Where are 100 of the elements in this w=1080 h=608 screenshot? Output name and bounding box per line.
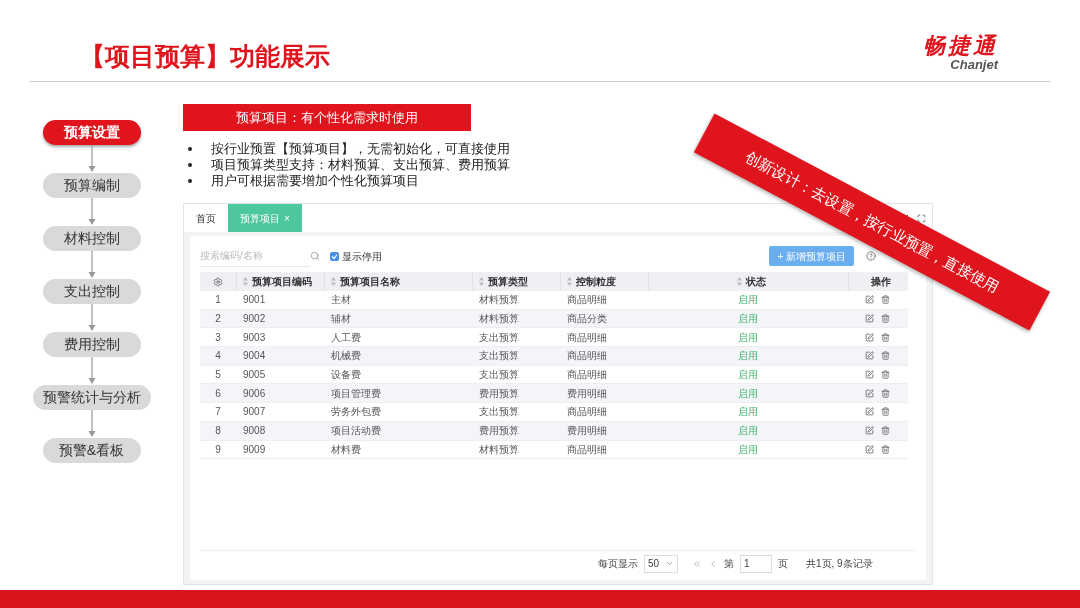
- table-cell-text: 商品明细: [566, 330, 608, 345]
- table-cell-text: 9005: [242, 368, 267, 383]
- page-field[interactable]: 1: [740, 554, 772, 573]
- table-cell-text: 费用明细: [566, 386, 608, 401]
- table-cell-text: 支出预算: [478, 405, 520, 420]
- table-cell-text: 设备费: [330, 368, 362, 383]
- column-header: 控制粒度: [576, 275, 616, 289]
- table-cell-text: 人工费: [330, 330, 362, 345]
- status-cell-text: 启用: [737, 442, 759, 457]
- table-cell-text: 机械费: [330, 349, 362, 364]
- table-cell-text: 商品明细: [566, 442, 608, 457]
- table-cell-text: 9007: [242, 405, 267, 420]
- status-cell-text: 启用: [737, 368, 759, 383]
- bullet-icon: [188, 179, 192, 183]
- logo-name: 畅捷通: [923, 34, 998, 58]
- sort-icon[interactable]: [737, 277, 742, 286]
- slide-title: 【项目预算】功能展示: [80, 41, 330, 72]
- table-cell-text: 材料预算: [478, 293, 520, 308]
- sort-icon[interactable]: [331, 277, 336, 286]
- help-icon[interactable]: [866, 251, 876, 261]
- delete-icon[interactable]: [880, 295, 890, 305]
- table-cell-text: 9001: [242, 293, 267, 308]
- search-field[interactable]: 搜索编码/名称: [200, 245, 310, 267]
- status-cell-text: 启用: [737, 405, 759, 420]
- app-tab[interactable]: 首页: [184, 204, 228, 232]
- checkbox-label: 显示停用: [342, 249, 382, 264]
- arrow-icon: [87, 145, 96, 173]
- status-cell-text: 启用: [737, 330, 759, 345]
- arrow-icon: [87, 198, 96, 226]
- table-cell-text: 支出预算: [478, 330, 520, 345]
- bullet-icon: [188, 147, 192, 151]
- table-cell-text: 劳务外包费: [330, 405, 382, 420]
- edit-icon[interactable]: [864, 388, 874, 398]
- column-header: 状态: [746, 275, 766, 289]
- edit-icon[interactable]: [864, 295, 874, 305]
- table-cell-text: 9004: [242, 349, 267, 364]
- table-cell-text: 辅材: [330, 312, 352, 327]
- step-pill[interactable]: 预算设置: [42, 120, 141, 145]
- arrow-icon: [87, 410, 96, 438]
- search-icon[interactable]: [310, 251, 320, 261]
- checkbox[interactable]: [330, 251, 339, 261]
- bullet-text: 项目预算类型支持：材料预算、支出预算、费用预算: [211, 156, 510, 174]
- edit-icon[interactable]: [864, 314, 874, 324]
- delete-icon[interactable]: [880, 370, 890, 380]
- table-cell-text: 商品明细: [566, 405, 608, 420]
- delete-icon[interactable]: [880, 351, 890, 361]
- fullscreen-icon[interactable]: [917, 213, 926, 223]
- table-cell-text: 费用预算: [478, 386, 520, 401]
- column-header: 预算项目名称: [340, 275, 400, 289]
- delete-icon[interactable]: [880, 314, 890, 324]
- edit-icon[interactable]: [864, 351, 874, 361]
- page-summary: 共1页, 9条记录: [806, 557, 873, 571]
- settings-icon[interactable]: [213, 276, 223, 287]
- sort-icon[interactable]: [567, 277, 572, 286]
- table-cell-text: 9008: [242, 424, 267, 439]
- edit-icon[interactable]: [864, 370, 874, 380]
- chevron-down-icon: [665, 559, 674, 568]
- sort-icon[interactable]: [479, 277, 484, 286]
- delete-icon[interactable]: [880, 407, 890, 417]
- table-cell-text: 商品明细: [566, 349, 608, 364]
- delete-icon[interactable]: [880, 426, 890, 436]
- delete-icon[interactable]: [880, 444, 890, 454]
- table-cell-text: 支出预算: [478, 349, 520, 364]
- delete-icon[interactable]: [880, 332, 890, 342]
- row-index: 3: [214, 330, 222, 345]
- step-pill[interactable]: 预算编制: [42, 173, 141, 198]
- arrow-icon: [87, 304, 96, 332]
- step-pill[interactable]: 预警&看板: [42, 438, 141, 463]
- bullet-text: 按行业预置【预算项目】，无需初始化，可直接使用: [211, 140, 510, 158]
- table-cell-text: 项目活动费: [330, 424, 382, 439]
- table-cell-text: 材料预算: [478, 442, 520, 457]
- previous-page-icon[interactable]: [708, 558, 718, 569]
- row-index: 9: [214, 442, 222, 457]
- step-pill[interactable]: 费用控制: [42, 332, 141, 357]
- status-cell-text: 启用: [737, 386, 759, 401]
- row-index: 5: [214, 368, 222, 383]
- per-page-label: 每页显示: [598, 557, 638, 571]
- table-cell-text: 主材: [330, 293, 352, 308]
- column-header: 预算项目编码: [252, 275, 312, 289]
- step-pill[interactable]: 材料控制: [42, 226, 141, 251]
- row-index: 1: [214, 293, 222, 308]
- delete-icon[interactable]: [880, 388, 890, 398]
- row-index: 7: [214, 405, 222, 420]
- edit-icon[interactable]: [864, 332, 874, 342]
- bullet-text: 用户可根据需要增加个性化预算项目: [211, 172, 419, 191]
- table-cell-text: 材料费: [330, 442, 362, 457]
- table-cell-text: 9002: [242, 312, 267, 327]
- per-page-select[interactable]: 50: [644, 554, 678, 573]
- logo-subtitle: Chanjet: [950, 58, 998, 72]
- edit-icon[interactable]: [864, 426, 874, 436]
- column-header: 预算类型: [488, 275, 528, 289]
- table-cell-text: 商品分类: [566, 312, 608, 327]
- sort-icon[interactable]: [243, 277, 248, 286]
- page-prefix: 第: [724, 557, 734, 571]
- edit-icon[interactable]: [864, 407, 874, 417]
- edit-icon[interactable]: [864, 444, 874, 454]
- table-cell-text: 材料预算: [478, 312, 520, 327]
- step-pill[interactable]: 支出控制: [42, 279, 141, 304]
- step-pill[interactable]: 预警统计与分析: [32, 385, 151, 410]
- table-cell-text: 9006: [242, 386, 267, 401]
